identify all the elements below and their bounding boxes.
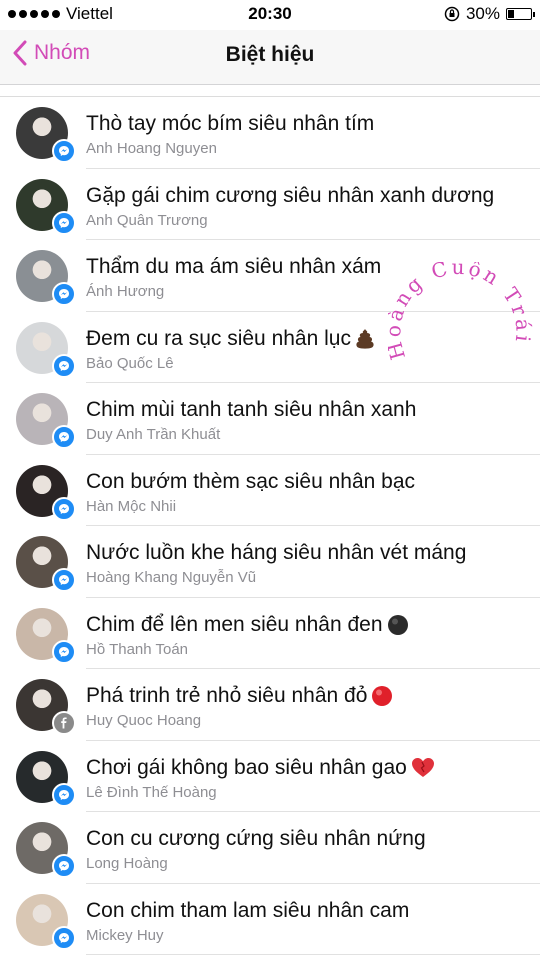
nickname-text: Con cu cương cứng siêu nhân nứng [86, 827, 426, 851]
nickname-text: Thò tay móc bím siêu nhân tím [86, 112, 374, 136]
nickname-row[interactable]: Thẩm du ma ám siêu nhân xám Ánh Hương [0, 240, 540, 312]
page-title: Biệt hiệu [225, 43, 315, 66]
nicknames-screen: Viettel 20:30 30% Nhóm Biệt hiệu Thò tay… [0, 0, 540, 960]
member-name: Hoàng Khang Nguyễn Vũ [86, 569, 257, 586]
member-name: Duy Anh Trần Khuất [86, 426, 221, 443]
nickname-row[interactable]: Con chim tham lam siêu nhân cam Mickey Hu… [0, 884, 540, 956]
nickname-row[interactable]: Nước luồn khe háng siêu nhân vét máng Hoà… [0, 526, 540, 598]
nickname-row[interactable]: Chim để lên men siêu nhân đen Hồ Thanh To… [0, 598, 540, 670]
nickname-label: Con chim tham lam siêu nhân cam [86, 898, 410, 922]
battery-icon [506, 8, 535, 20]
messenger-badge-icon [52, 425, 76, 449]
member-name: Bảo Quốc Lê [86, 354, 174, 372]
heart-emoji-icon [411, 757, 434, 777]
nickname-text: Thẩm du ma ám siêu nhân xám [86, 255, 381, 279]
red-circle-emoji-icon [372, 686, 393, 707]
member-name: Anh Hoang Nguyen [86, 140, 217, 157]
nickname-row[interactable]: Con bướm thèm sạc siêu nhân bạc Hàn Mộc N… [0, 455, 540, 527]
poop-emoji-icon [356, 328, 374, 349]
nickname-label: Thẩm du ma ám siêu nhân xám [86, 255, 382, 278]
member-name: Mickey Huy [86, 926, 164, 944]
nickname-label: Thò tay móc bím siêu nhân tím [86, 112, 375, 135]
nickname-row[interactable]: Đem cu ra sục siêu nhân lục Bảo Quốc Lê [0, 312, 540, 384]
nickname-text: Con bướm thèm sạc siêu nhân bạc [86, 470, 415, 494]
nickname-row[interactable]: Gặp gái chim cương siêu nhân xanh dương A… [0, 169, 540, 241]
navigation-bar: Nhóm Biệt hiệu [0, 30, 540, 85]
messenger-badge-icon [52, 282, 76, 306]
messenger-badge-icon [52, 639, 76, 664]
nickname-text: Chim mùi tanh tanh siêu nhân xanh [86, 398, 416, 422]
nickname-text: Đem cu ra sục siêu nhân lục [86, 327, 375, 351]
nickname-text: Con chim tham lam siêu nhân cam [86, 899, 409, 923]
messenger-badge-icon [52, 568, 76, 592]
battery-percent: 30% [465, 4, 500, 23]
nickname-label: Con bướm thèm sạc siêu nhân bạc [86, 469, 415, 493]
messenger-badge-icon [52, 210, 76, 235]
member-name: Lê Đình Thế Hoàng [86, 783, 217, 801]
member-name: Anh Quân Trương [86, 211, 208, 229]
messenger-badge-icon [52, 854, 76, 878]
nickname-text: Nước luồn khe háng siêu nhân vét máng [86, 541, 466, 565]
rotation-lock-icon [444, 6, 460, 22]
messenger-badge-icon [52, 496, 76, 521]
battery-level [508, 10, 514, 18]
nickname-text: Chim để lên men siêu nhân đen [86, 613, 409, 637]
nickname-label: Nước luồn khe háng siêu nhân vét máng [86, 541, 467, 564]
member-name: Huy Quoc Hoang [86, 712, 202, 729]
messenger-badge-icon [52, 782, 76, 807]
member-name: Ánh Hương [86, 283, 165, 300]
nickname-label: Đem cu ra sục siêu nhân lục [86, 326, 351, 350]
nickname-label: Phá trinh trẻ nhỏ siêu nhân đỏ [86, 684, 368, 707]
facebook-badge-icon [52, 711, 76, 735]
member-name: Hồ Thanh Toán [86, 640, 189, 658]
messenger-badge-icon [52, 353, 76, 378]
status-bar: Viettel 20:30 30% [0, 0, 540, 30]
status-right: 30% [444, 4, 535, 24]
nickname-label: Chim mùi tanh tanh siêu nhân xanh [86, 398, 417, 421]
nickname-label: Gặp gái chim cương siêu nhân xanh dương [86, 183, 495, 207]
member-name: Hàn Mộc Nhii [86, 497, 177, 515]
messenger-badge-icon [52, 139, 76, 163]
nickname-list: Thò tay móc bím siêu nhân tím Anh Hoang N… [0, 96, 540, 955]
nickname-text: Phá trinh trẻ nhỏ siêu nhân đỏ [86, 684, 393, 708]
black-circle-emoji-icon [387, 614, 408, 635]
messenger-badge-icon [52, 925, 76, 950]
member-name: Long Hoàng [86, 855, 168, 872]
nickname-label: Con cu cương cứng siêu nhân nứng [86, 827, 426, 850]
nickname-row[interactable]: Chơi gái không bao siêu nhân gao Lê Đình … [0, 741, 540, 813]
nickname-row[interactable]: Phá trinh trẻ nhỏ siêu nhân đỏ Huy Quoc H… [0, 669, 540, 741]
nickname-row[interactable]: Chim mùi tanh tanh siêu nhân xanh Duy Anh… [0, 383, 540, 455]
nickname-text: Gặp gái chim cương siêu nhân xanh dương [86, 184, 494, 208]
nickname-label: Chim để lên men siêu nhân đen [86, 612, 383, 636]
nickname-row[interactable]: Con cu cương cứng siêu nhân nứng Long Hoà… [0, 812, 540, 884]
nickname-row[interactable]: Thò tay móc bím siêu nhân tím Anh Hoang N… [0, 97, 540, 169]
nickname-text: Chơi gái không bao siêu nhân gao [86, 756, 435, 780]
nickname-label: Chơi gái không bao siêu nhân gao [86, 755, 407, 779]
